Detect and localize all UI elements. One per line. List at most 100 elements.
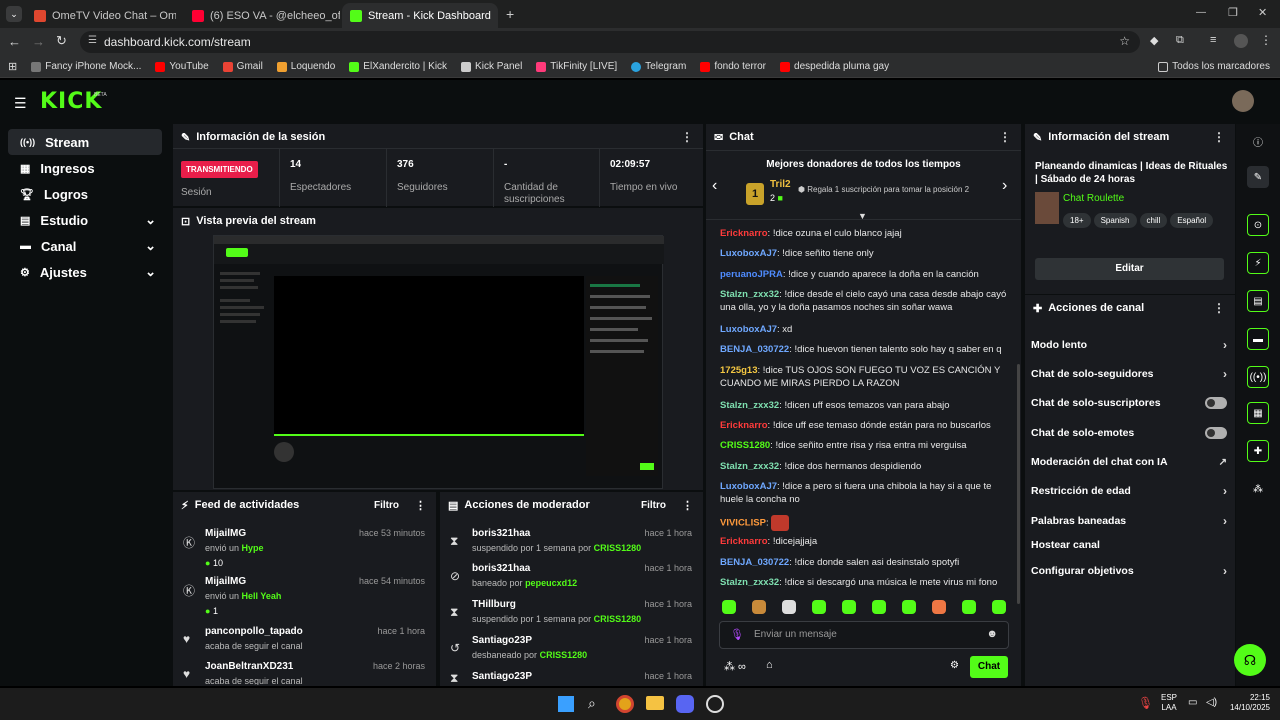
tab-kick-dashboard[interactable]: Stream - Kick Dashboard ✕ <box>342 3 498 28</box>
mod-user[interactable]: Santiago23P <box>472 671 532 682</box>
feed-user[interactable]: MijailMG <box>205 528 246 539</box>
user-avatar[interactable] <box>1232 90 1254 112</box>
profile-avatar[interactable] <box>1234 34 1248 48</box>
message-icon[interactable]: ▬ <box>1247 328 1269 350</box>
tab-search-icon[interactable]: ⌄ <box>6 6 22 22</box>
emote-icon[interactable] <box>902 600 916 614</box>
site-info-icon[interactable]: ☰ <box>88 35 97 46</box>
people-icon[interactable]: ⁂ <box>1247 478 1269 500</box>
chat-username[interactable]: 1725g13 <box>720 365 758 376</box>
more-options-icon[interactable]: ⋮ <box>1213 130 1225 144</box>
chat-username[interactable]: LuxoboxAJ7 <box>720 481 777 492</box>
tag[interactable]: Spanish <box>1093 213 1137 228</box>
forward-icon[interactable]: → <box>32 34 45 49</box>
toggle-switch[interactable] <box>1205 427 1227 439</box>
sidebar-item-ajustes[interactable]: ⚙ Ajustes ⌄ <box>8 259 162 285</box>
tag[interactable]: chill <box>1139 213 1168 228</box>
community-icon[interactable]: ⁂ ∞ <box>724 660 746 673</box>
more-options-icon[interactable]: ⋮ <box>682 499 693 512</box>
mod-user[interactable]: boris321haa <box>472 528 530 539</box>
mod-user[interactable]: boris321haa <box>472 563 530 574</box>
tab-ometv[interactable]: OmeTV Video Chat – Ome ✕ <box>26 3 176 28</box>
feed-user[interactable]: panconpollo_tapado <box>205 626 303 637</box>
toggle-switch[interactable] <box>1205 397 1227 409</box>
feed-user[interactable]: MijailMG <box>205 576 246 587</box>
chat-username[interactable]: BENJA_030722 <box>720 344 789 355</box>
language-indicator[interactable]: ESP LAA <box>1161 693 1177 713</box>
emote-icon[interactable] <box>932 600 946 614</box>
edit-button[interactable]: Editar <box>1035 258 1224 280</box>
chat-username[interactable]: Stalzn_zxx32 <box>720 400 779 411</box>
channel-action[interactable]: Chat de solo-seguidores › <box>1031 364 1227 384</box>
donor-name[interactable]: Tril2 <box>770 179 791 190</box>
reload-icon[interactable]: ↻ <box>56 33 67 49</box>
browser-menu-icon[interactable]: ⋮ <box>1260 33 1272 47</box>
channel-action[interactable]: Configurar objetivos › <box>1031 561 1227 581</box>
info-icon[interactable]: ⓘ <box>1247 130 1269 152</box>
bookmark-item[interactable]: Loquendo <box>276 61 335 72</box>
support-headset-icon[interactable]: ☊ <box>1234 644 1266 676</box>
close-window-icon[interactable]: ✕ <box>1258 6 1267 19</box>
tab-youtube[interactable]: (6) ESO VA - @elcheeo_official ✕ <box>184 3 340 28</box>
filter-icon[interactable]: ▼ <box>858 211 867 221</box>
more-options-icon[interactable]: ⋮ <box>999 130 1011 144</box>
microphone-icon[interactable]: 🎙︎ <box>1138 696 1153 710</box>
chat-username[interactable]: Ericknarro <box>720 420 768 431</box>
apps-grid-icon[interactable]: ⊞ <box>8 60 17 73</box>
chat-settings-icon[interactable]: ⚙ <box>950 660 959 671</box>
obs-icon[interactable] <box>706 695 724 713</box>
chevron-left-icon[interactable]: ‹ <box>712 177 717 195</box>
channel-action[interactable]: Palabras baneadas › <box>1031 511 1227 531</box>
back-icon[interactable]: ← <box>8 34 21 49</box>
bookmark-item[interactable]: Gmail <box>222 61 263 72</box>
extension-icon[interactable]: ◆ <box>1150 34 1158 47</box>
extensions-puzzle-icon[interactable]: ⧉ <box>1176 34 1184 47</box>
all-bookmarks[interactable]: Todos los marcadores <box>1158 61 1270 72</box>
layout-icon[interactable]: ▦ <box>1247 402 1269 424</box>
more-options-icon[interactable]: ⋮ <box>415 499 426 512</box>
chat-scrollbar[interactable] <box>1017 364 1020 604</box>
emote-icon[interactable] <box>842 600 856 614</box>
mod-by[interactable]: CRISS1280 <box>540 650 588 660</box>
sidebar-item-canal[interactable]: ▬ Canal ⌄ <box>8 233 162 259</box>
chat-username[interactable]: BENJA_030722 <box>720 557 789 568</box>
bookmark-item[interactable]: fondo terror <box>700 61 766 72</box>
target-icon[interactable]: ⊙ <box>1247 214 1269 236</box>
windows-start-icon[interactable] <box>558 696 574 712</box>
chat-username[interactable]: peruanoJPRA <box>720 269 783 280</box>
network-icon[interactable]: ▭ <box>1188 697 1197 708</box>
bookmark-item[interactable]: Fancy iPhone Mock... <box>31 61 141 72</box>
feed-filter-button[interactable]: Filtro <box>374 500 399 511</box>
minimize-icon[interactable]: — <box>1196 7 1206 18</box>
document-icon[interactable]: ▤ <box>1247 290 1269 312</box>
chat-username[interactable]: LuxoboxAJ7 <box>720 248 777 259</box>
emote-icon[interactable] <box>782 600 796 614</box>
chevron-right-icon[interactable]: › <box>1002 177 1007 195</box>
bookmark-item[interactable]: despedida pluma gay <box>780 61 889 72</box>
bookmark-star-icon[interactable]: ☆ <box>1119 34 1130 48</box>
chat-username[interactable]: Ericknarro <box>720 228 768 239</box>
chat-username[interactable]: LuxoboxAJ7 <box>720 324 777 335</box>
sidebar-item-estudio[interactable]: ▤ Estudio ⌄ <box>8 207 162 233</box>
chat-input[interactable]: 🎙︎ Enviar un mensaje ☻ <box>719 621 1009 649</box>
emote-icon[interactable] <box>722 600 736 614</box>
category-link[interactable]: Chat Roulette <box>1063 193 1124 204</box>
volume-icon[interactable]: ◁) <box>1206 697 1217 708</box>
sidebar-item-ingresos[interactable]: ▦ Ingresos <box>8 155 162 181</box>
bolt-icon[interactable]: ⚡︎ <box>1247 252 1269 274</box>
chat-username[interactable]: Stalzn_zxx32 <box>720 577 779 588</box>
mod-user[interactable]: THillburg <box>472 599 516 610</box>
edit-pencil-icon[interactable]: ✎ <box>1247 166 1269 188</box>
more-options-icon[interactable]: ⋮ <box>681 130 693 144</box>
tag[interactable]: Español <box>1170 213 1214 228</box>
chat-send-button[interactable]: Chat <box>970 656 1008 678</box>
mod-by[interactable]: CRISS1280 <box>594 543 642 553</box>
bookmark-item[interactable]: Telegram <box>631 61 686 72</box>
sidebar-item-logros[interactable]: 🏆︎ Logros <box>8 181 162 207</box>
clock[interactable]: 22:15 14/10/2025 <box>1226 693 1270 713</box>
bookmark-item[interactable]: ElXandercito | Kick <box>349 61 447 72</box>
emote-icon[interactable] <box>872 600 886 614</box>
stream-preview-video[interactable] <box>213 235 664 489</box>
channel-action[interactable]: Chat de solo-emotes <box>1031 423 1227 443</box>
mod-filter-button[interactable]: Filtro <box>641 500 666 511</box>
